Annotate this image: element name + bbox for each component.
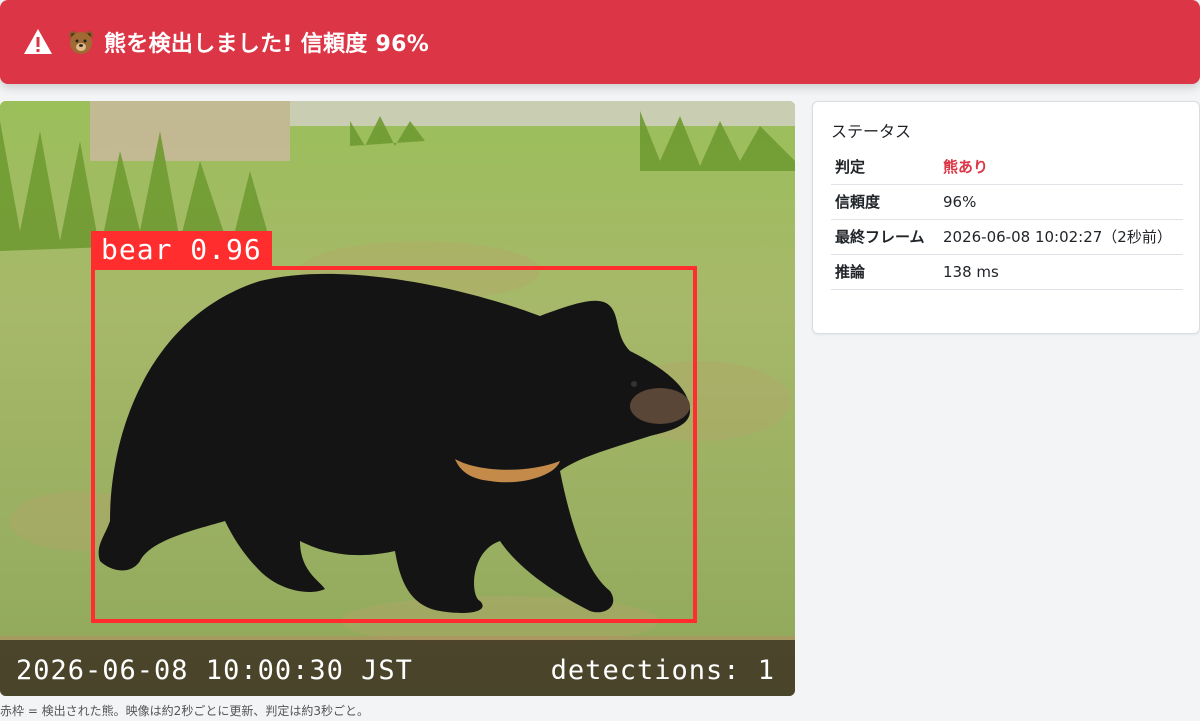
detection-alert-banner: 熊を検出しました! 信頼度 96% xyxy=(0,0,1200,84)
status-table: 判定 熊あり 信頼度 96% 最終フレーム 2026-06-08 10:02:2… xyxy=(831,150,1183,290)
alert-message: 熊を検出しました! 信頼度 96% xyxy=(104,32,430,57)
status-row-last-frame: 最終フレーム 2026-06-08 10:02:27（2秒前） xyxy=(831,219,1183,255)
detections-count: detections: 1 xyxy=(550,655,775,686)
detection-bounding-box xyxy=(91,266,697,623)
status-row-inference: 推論 138 ms xyxy=(831,254,1183,290)
status-row-confidence: 信頼度 96% xyxy=(831,184,1183,220)
status-label: 最終フレーム xyxy=(831,219,939,255)
detection-label: bear 0.96 xyxy=(91,231,272,268)
frame-timestamp: 2026-06-08 10:00:30 JST xyxy=(16,655,413,686)
status-value-judgement: 熊あり xyxy=(939,150,1183,185)
warning-triangle-icon xyxy=(22,26,54,58)
camera-feed: bear 0.96 2026-06-08 10:00:30 JST detect… xyxy=(0,101,795,696)
status-label: 推論 xyxy=(831,254,939,290)
status-label: 信頼度 xyxy=(831,184,939,220)
feed-caption: 赤枠 = 検出された熊。映像は約2秒ごとに更新、判定は約3秒ごと。 xyxy=(0,704,369,718)
bear-face-icon xyxy=(68,29,94,55)
status-value-confidence: 96% xyxy=(939,184,1183,220)
status-title: ステータス xyxy=(831,122,912,141)
status-label: 判定 xyxy=(831,150,939,185)
status-row-judgement: 判定 熊あり xyxy=(831,150,1183,185)
status-value-last-frame: 2026-06-08 10:02:27（2秒前） xyxy=(939,219,1183,255)
status-value-inference: 138 ms xyxy=(939,254,1183,290)
status-card: ステータス 判定 熊あり 信頼度 96% 最終フレーム 2026-06-08 1… xyxy=(812,101,1200,334)
